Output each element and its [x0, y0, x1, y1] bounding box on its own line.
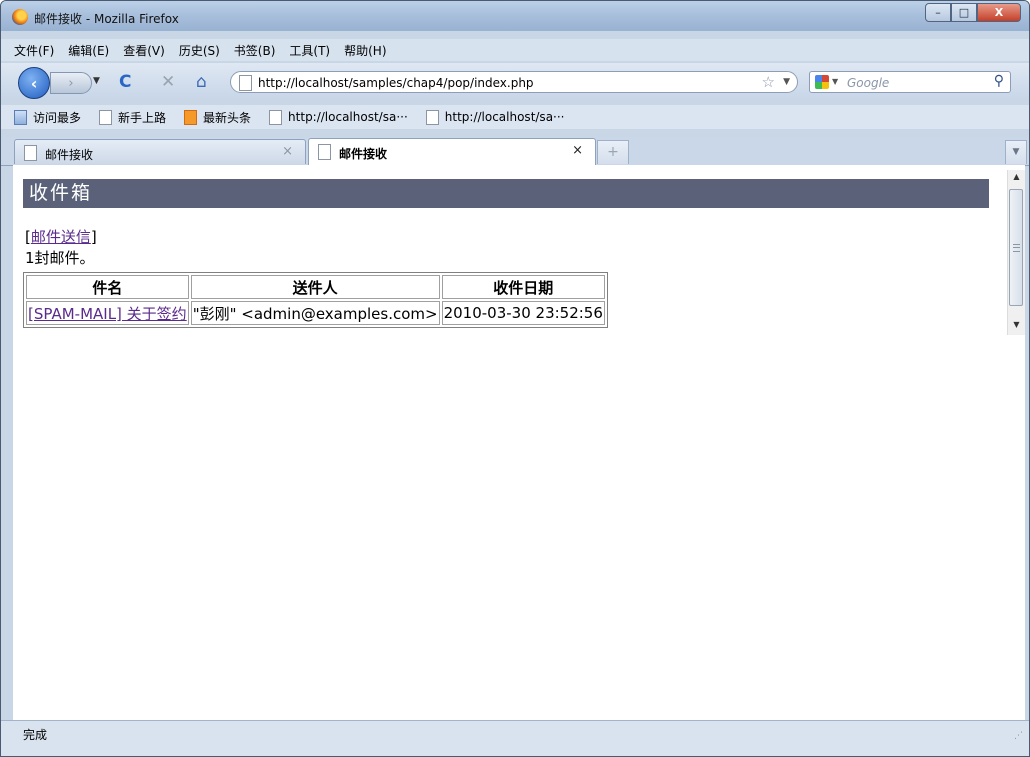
page-title: 收件箱 — [23, 179, 989, 208]
menu-bar: 文件(F) 编辑(E) 查看(V) 历史(S) 书签(B) 工具(T) 帮助(H… — [1, 39, 1029, 61]
rss-feed-icon — [184, 109, 198, 125]
column-header-sender: 送件人 — [190, 275, 440, 299]
page-content: 收件箱 [邮件送信] 1封邮件。 件名 送件人 收件日期 [SPAM-MAIL]… — [13, 165, 1025, 720]
bookmark-star-icon[interactable]: ☆ — [762, 73, 775, 91]
table-header-row: 件名 送件人 收件日期 — [26, 275, 605, 299]
tab-label: 邮件接收 — [45, 148, 94, 162]
bookmarks-toolbar: 访问最多 新手上路 最新头条 http://localhost/sa··· ht… — [1, 105, 1029, 129]
status-bar: 完成 ⋰ — [1, 720, 1029, 756]
column-header-date: 收件日期 — [441, 275, 605, 299]
window-controls: – □ X — [925, 3, 1021, 22]
stop-icon[interactable]: ✕ — [161, 72, 175, 92]
menu-edit[interactable]: 编辑(E) — [68, 42, 109, 59]
search-box[interactable]: ▼ Google ⚲ — [809, 71, 1011, 93]
bookmark-label: 访问最多 — [33, 110, 82, 125]
new-tab-button[interactable]: + — [597, 140, 629, 164]
reload-icon[interactable]: C — [119, 72, 131, 92]
back-button[interactable]: ‹ — [18, 67, 50, 99]
bookmark-label: http://localhost/sa··· — [288, 110, 408, 124]
page-icon — [99, 109, 113, 125]
mail-count: 1封邮件。 — [25, 249, 95, 267]
google-engine-icon[interactable] — [815, 75, 829, 89]
url-dropdown-icon[interactable]: ▼ — [783, 77, 790, 87]
status-text: 完成 — [23, 728, 48, 742]
bookmark-most-visited[interactable]: 访问最多 — [14, 109, 81, 126]
scroll-down-icon[interactable]: ▼ — [1008, 320, 1025, 329]
window-title: 邮件接收 - Mozilla Firefox — [34, 12, 179, 26]
tab-inbox-1[interactable]: 邮件接收 × — [14, 139, 306, 164]
bookmark-localhost-2[interactable]: http://localhost/sa··· — [425, 109, 565, 125]
smart-folder-icon — [14, 109, 27, 125]
page-icon — [318, 144, 331, 160]
cell-subject: [SPAM-MAIL] 关于签约 — [26, 301, 189, 325]
send-mail-link[interactable]: 邮件送信 — [31, 228, 91, 246]
back-arrow-icon: ‹ — [30, 73, 38, 93]
scroll-up-icon[interactable]: ▲ — [1008, 172, 1025, 181]
url-text[interactable]: http://localhost/samples/chap4/pop/index… — [258, 76, 534, 90]
forward-arrow-icon: › — [68, 75, 74, 91]
firefox-logo-icon — [12, 9, 28, 25]
search-placeholder[interactable]: Google — [847, 76, 889, 90]
browser-window: 邮件接收 - Mozilla Firefox – □ X 文件(F) 编辑(E)… — [0, 0, 1030, 757]
tab-label: 邮件接收 — [339, 147, 388, 161]
maximize-button[interactable]: □ — [951, 3, 977, 22]
address-bar[interactable]: http://localhost/samples/chap4/pop/index… — [230, 71, 798, 93]
send-mail-line: [邮件送信] — [25, 226, 97, 247]
search-icon[interactable]: ⚲ — [994, 73, 1004, 89]
grip-icon — [1013, 244, 1020, 252]
tab-strip: 邮件接收 × 邮件接收 × + ▼ — [1, 137, 1029, 166]
bookmark-latest-headlines[interactable]: 最新头条 — [184, 109, 251, 126]
page-icon — [425, 109, 439, 125]
list-all-tabs-button[interactable]: ▼ — [1005, 140, 1027, 164]
menu-tools[interactable]: 工具(T) — [289, 42, 330, 59]
close-button[interactable]: X — [977, 3, 1021, 22]
menu-file[interactable]: 文件(F) — [14, 42, 54, 59]
bracket-close: ] — [90, 228, 97, 246]
mail-table: 件名 送件人 收件日期 [SPAM-MAIL] 关于签约 "彭刚" <admin… — [23, 272, 608, 328]
forward-button[interactable]: › — [50, 72, 92, 94]
bookmark-label: http://localhost/sa··· — [444, 110, 565, 124]
cell-date: 2010-03-30 23:52:56 — [441, 301, 605, 325]
bookmark-label: 新手上路 — [118, 110, 167, 125]
home-icon[interactable]: ⌂ — [196, 72, 207, 92]
menu-bookmarks[interactable]: 书签(B) — [234, 42, 276, 59]
page-icon — [269, 109, 283, 125]
column-header-subject: 件名 — [26, 275, 189, 299]
history-dropdown-icon[interactable]: ▼ — [93, 76, 100, 86]
page-icon — [239, 75, 252, 91]
engine-dropdown-icon[interactable]: ▼ — [832, 77, 838, 86]
page-icon — [24, 145, 37, 161]
tab-inbox-2[interactable]: 邮件接收 × — [308, 138, 596, 165]
cell-sender: "彭刚" <admin@examples.com> — [190, 301, 440, 325]
bookmark-localhost-1[interactable]: http://localhost/sa··· — [269, 109, 408, 125]
vertical-scrollbar[interactable]: ▲ ▼ — [1007, 170, 1025, 335]
menu-history[interactable]: 历史(S) — [179, 42, 220, 59]
minimize-button[interactable]: – — [925, 3, 951, 22]
bookmark-label: 最新头条 — [203, 110, 252, 125]
title-bar[interactable]: 邮件接收 - Mozilla Firefox – □ X — [1, 1, 1029, 31]
resize-grip-icon[interactable]: ⋰ — [1014, 731, 1023, 741]
menu-help[interactable]: 帮助(H) — [344, 42, 386, 59]
table-row: [SPAM-MAIL] 关于签约 "彭刚" <admin@examples.co… — [26, 301, 605, 325]
tab-close-icon[interactable]: × — [572, 143, 583, 158]
mail-subject-link[interactable]: [SPAM-MAIL] 关于签约 — [28, 305, 187, 323]
scrollbar-thumb[interactable] — [1009, 189, 1023, 306]
bookmark-getting-started[interactable]: 新手上路 — [99, 109, 166, 126]
menu-view[interactable]: 查看(V) — [123, 42, 165, 59]
tab-close-icon[interactable]: × — [282, 144, 293, 159]
navigation-toolbar: ‹ › ▼ C ✕ ⌂ http://localhost/samples/cha… — [1, 63, 1029, 99]
